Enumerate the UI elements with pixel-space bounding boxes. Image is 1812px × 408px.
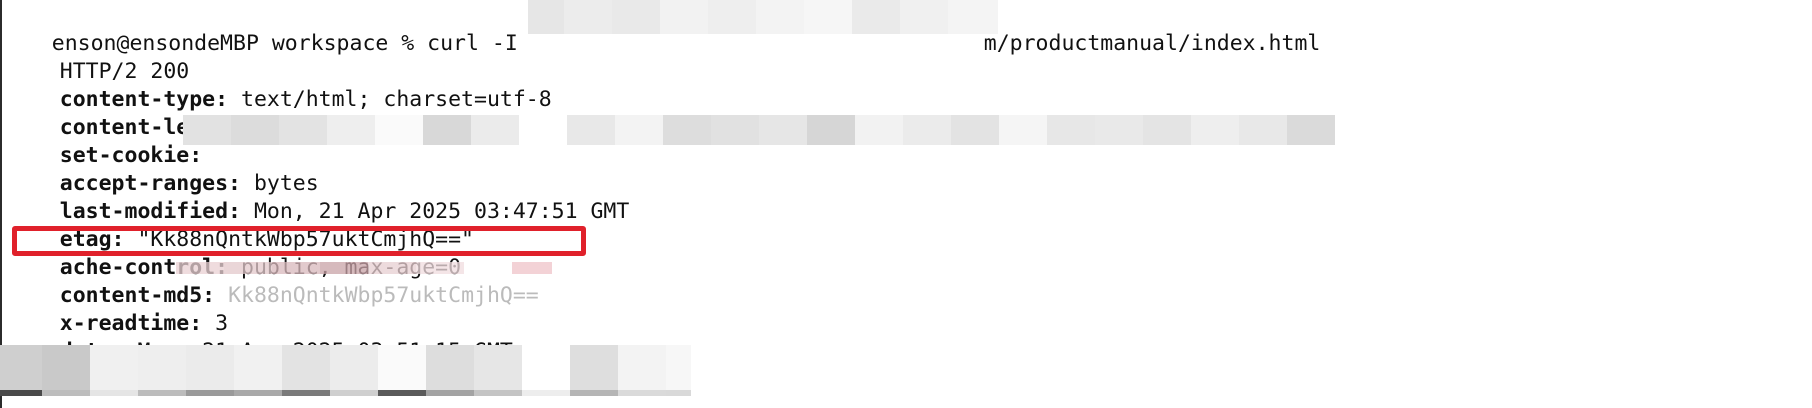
header-etag: etag: "Kk88nQntkWbp57uktCmjhQ==" [8, 198, 474, 252]
status-line: HTTP/2 200 [59, 59, 190, 84]
redacted-bottom-line [0, 390, 735, 396]
redacted-bottom-area [0, 345, 735, 395]
highlight-annotation [12, 226, 586, 256]
header-content-length: content-length: 3257 [8, 86, 319, 140]
url-tail: m/productmanual/index.html [983, 31, 1321, 56]
redacted-md5 [176, 262, 552, 274]
header-last-modified: last-modified: Mon, 21 Apr 2025 03:47:51… [8, 170, 630, 224]
terminal-window[interactable]: enson@ensondeMBP workspace % curl -I m/p… [0, 0, 1812, 408]
header-value: Kk88nQntkWbp57uktCmjhQ== [215, 283, 539, 308]
header-set-cookie: set-cookie: [8, 114, 202, 168]
command-line: enson@ensondeMBP workspace % curl -I [0, 2, 531, 56]
header-accept-ranges: accept-ranges: bytes [8, 142, 319, 196]
redacted-url [528, 0, 998, 34]
header-date: date: Mon, 21 Apr 2025 03:51:15 GMT [8, 310, 513, 364]
redacted-cookie [183, 115, 1335, 145]
header-x-readtime: x-readtime: 3 [8, 282, 228, 336]
header-content-type: content-type: text/html; charset=utf-8 [8, 58, 552, 112]
